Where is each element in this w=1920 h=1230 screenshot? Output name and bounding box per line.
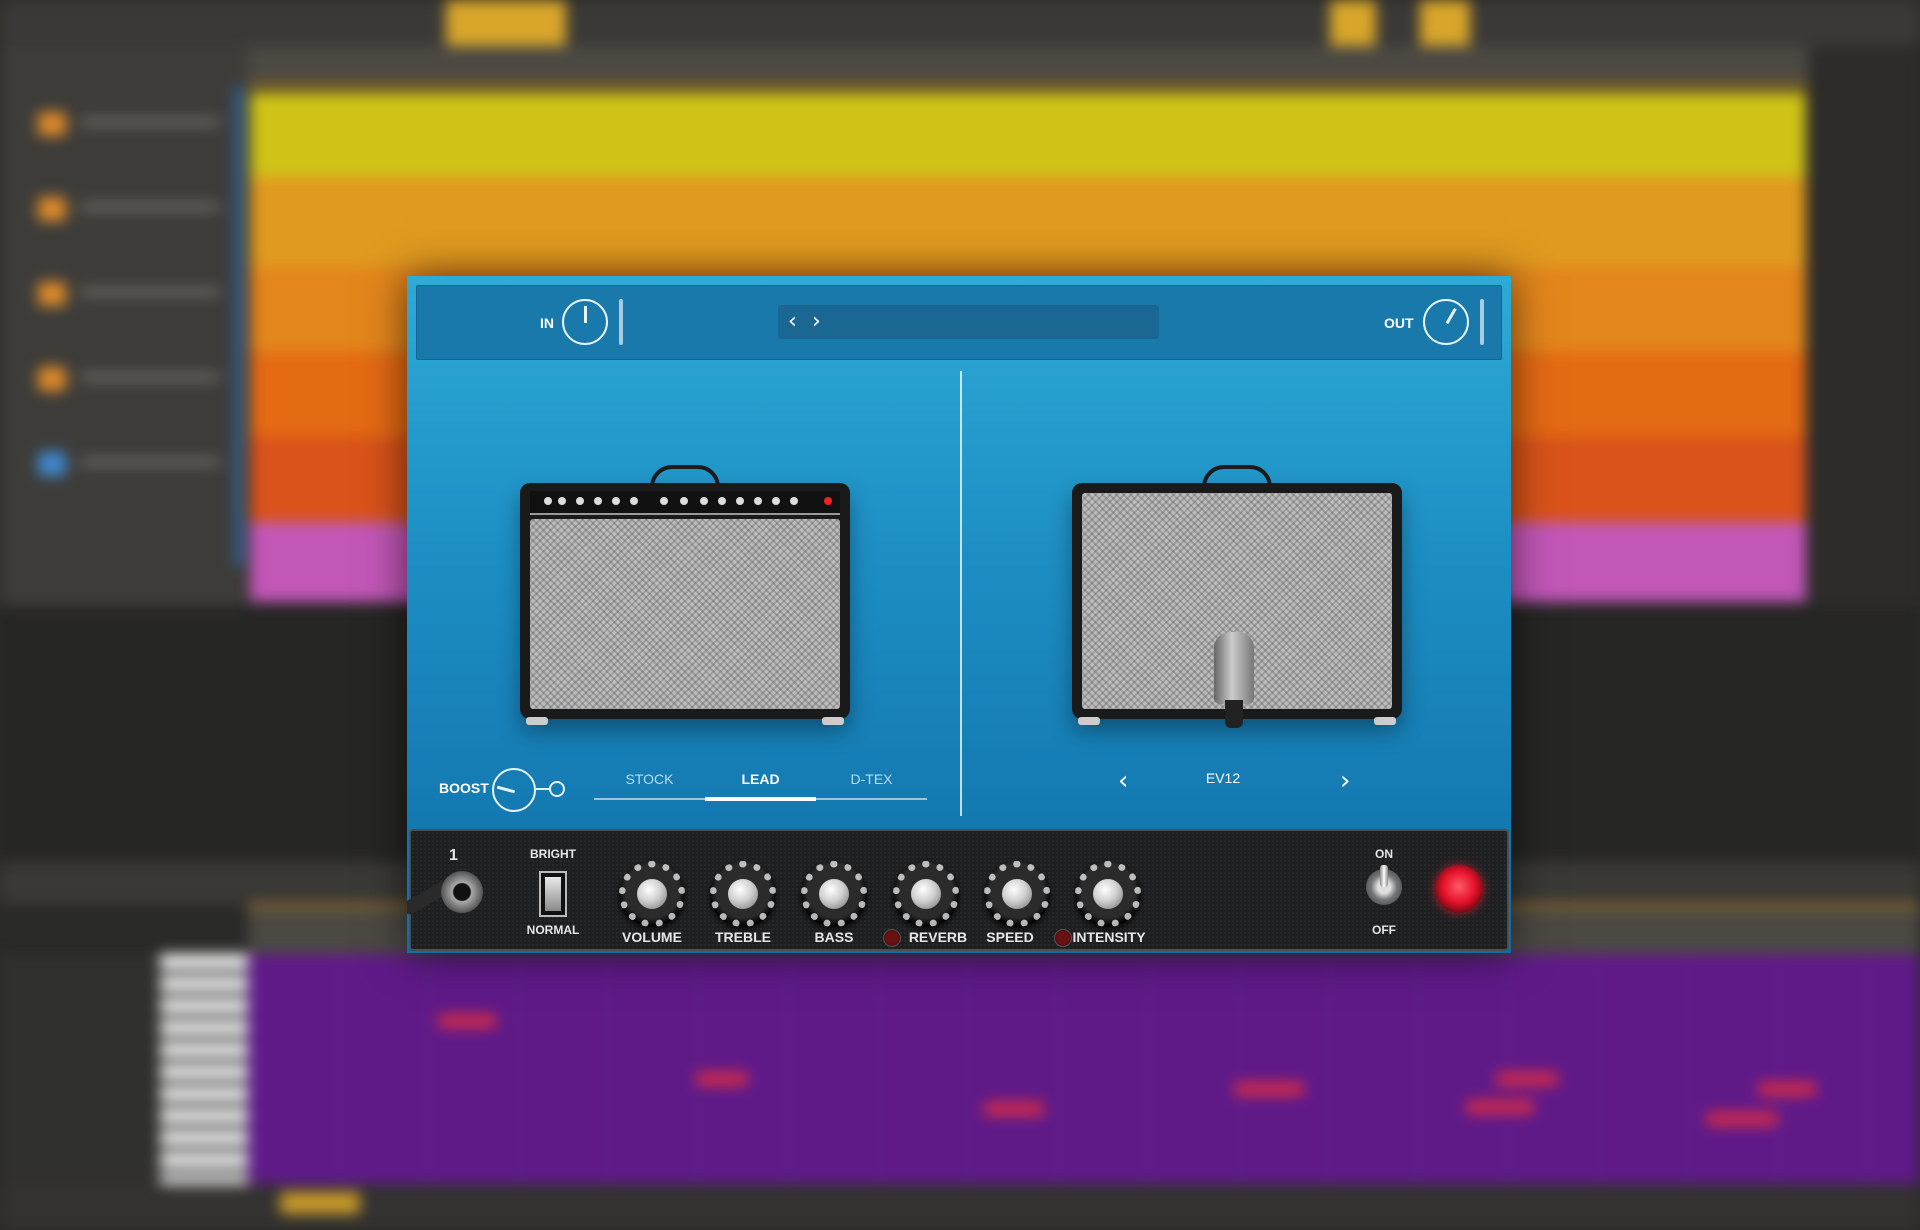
amp-plugin-window: IN ‹ › OUT BOOST STOCK LEAD D-TEX ‹ EV12… <box>407 276 1511 953</box>
mode-stock-tab[interactable]: STOCK <box>594 764 705 810</box>
speed-knob[interactable] <box>984 861 1050 927</box>
input-gain-knob[interactable] <box>562 299 608 345</box>
off-label: OFF <box>1372 923 1396 937</box>
treble-knob[interactable] <box>710 861 776 927</box>
plugin-header: IN ‹ › OUT <box>416 285 1502 360</box>
intensity-knob[interactable] <box>1075 861 1141 927</box>
cabinet-name: EV12 <box>1205 770 1241 786</box>
intensity-label: INTENSITY <box>1072 929 1146 945</box>
boost-toggle[interactable] <box>549 781 565 797</box>
mode-dtex-tab[interactable]: D-TEX <box>816 764 927 810</box>
input-gain-label: IN <box>540 315 554 331</box>
input-meter <box>619 299 623 345</box>
treble-label: TREBLE <box>715 929 771 945</box>
preset-prev-button[interactable]: ‹ <box>788 310 797 334</box>
power-switch[interactable] <box>1366 865 1402 905</box>
daw-track-lane <box>250 177 1806 267</box>
preset-next-button[interactable]: › <box>812 310 821 334</box>
microphone-image[interactable] <box>1214 632 1254 704</box>
bright-label: BRIGHT <box>530 847 576 861</box>
daw-track-headers <box>0 46 248 606</box>
mode-lead-tab[interactable]: LEAD <box>705 764 816 810</box>
amp-mode-selector: STOCK LEAD D-TEX <box>594 764 927 810</box>
daw-timeline-ruler <box>248 46 1808 86</box>
output-gain-knob[interactable] <box>1423 299 1469 345</box>
power-indicator-light <box>1435 865 1483 913</box>
speed-label: SPEED <box>986 929 1034 945</box>
on-label: ON <box>1375 847 1393 861</box>
input-jack <box>441 871 483 913</box>
bass-label: BASS <box>814 929 854 945</box>
bass-knob[interactable] <box>801 861 867 927</box>
output-gain-label: OUT <box>1384 315 1414 331</box>
normal-label: NORMAL <box>526 923 580 937</box>
cabinet-prev-button[interactable]: ‹ <box>1118 766 1128 796</box>
section-divider <box>960 371 962 816</box>
cabinet-next-button[interactable]: › <box>1340 766 1350 796</box>
piano-keys <box>160 954 248 1184</box>
boost-label: BOOST <box>439 780 489 796</box>
daw-toolbar <box>0 0 1920 46</box>
piano-roll <box>248 954 1920 1184</box>
preset-selector[interactable]: ‹ › <box>778 305 1159 339</box>
amp-control-panel: 1 BRIGHT NORMAL VOLUME TREBLE BASS REVER… <box>407 829 1509 951</box>
reverb-knob[interactable] <box>893 861 959 927</box>
volume-knob[interactable] <box>619 861 685 927</box>
daw-track-lane <box>250 92 1806 177</box>
volume-label: VOLUME <box>622 929 682 945</box>
output-meter <box>1480 299 1484 345</box>
boost-knob[interactable] <box>492 768 536 812</box>
bright-switch[interactable] <box>539 871 567 917</box>
input-number: 1 <box>449 847 458 864</box>
